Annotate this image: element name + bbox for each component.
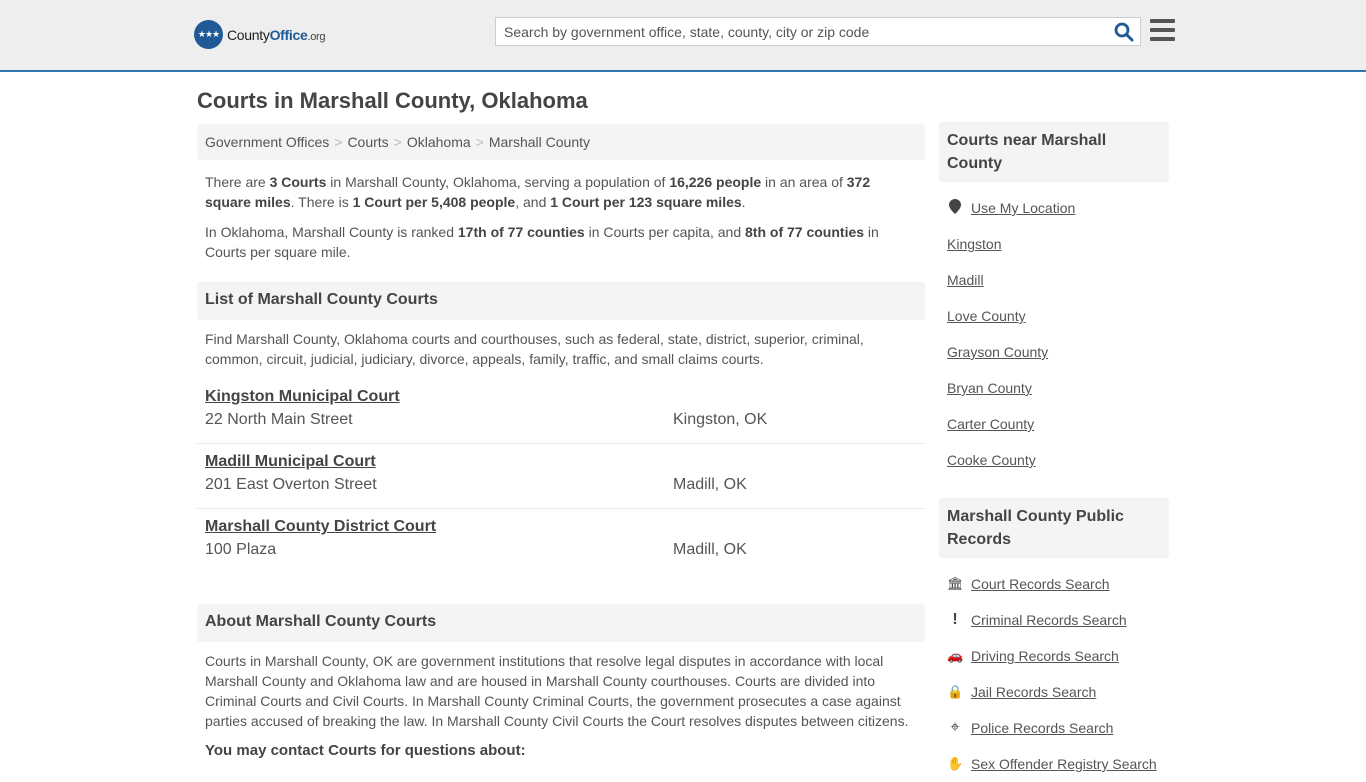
records-item: 🚗 Driving Records Search [947, 638, 1161, 674]
breadcrumb: Government Offices > Courts > Oklahoma > Marsh… [197, 124, 925, 160]
list-item: Madill Municipal Court 201 East Overton … [197, 444, 925, 509]
breadcrumb-oklahoma[interactable]: Oklahoma [407, 134, 471, 150]
nearby-item: Kingston [947, 226, 1161, 262]
records-item: ✋ Sex Offender Registry Search [947, 746, 1161, 782]
courthouse-icon: 🏛 [947, 576, 964, 591]
breadcrumb-marshall-county[interactable]: Marshall County [489, 134, 590, 150]
crosshairs-icon: ⌖ [950, 719, 960, 736]
hamburger-menu-icon[interactable] [1150, 19, 1175, 41]
stat-highlight: 17th of 77 counties [457, 224, 585, 240]
nearby-link-bryan-county[interactable]: Bryan County [947, 380, 1032, 396]
nearby-item: Carter County [947, 406, 1161, 442]
list-section-heading: List of Marshall County Courts [197, 282, 925, 320]
public-records-list: 🏛 Court Records Search ! Criminal Records … [939, 566, 1169, 782]
summary-text: in an area of [761, 174, 847, 190]
search-input[interactable] [496, 18, 1096, 45]
court-city: Madill, OK [673, 476, 747, 493]
nearby-item-use-my-location: Use My Location [947, 190, 1161, 226]
lock-icon: 🔒 [947, 684, 964, 699]
main-content: Government Offices > Courts > Oklahoma > Marsh… [197, 124, 925, 761]
list-item: Marshall County District Court 100 Plaza… [197, 509, 925, 574]
breadcrumb-separator: > [334, 134, 343, 150]
list-section-intro: Find Marshall County, Oklahoma courts an… [205, 331, 864, 367]
summary-text: . [741, 194, 746, 210]
nearby-item: Bryan County [947, 370, 1161, 406]
court-name-link[interactable]: Marshall County District Court [205, 518, 917, 536]
court-records-search-link[interactable]: Court Records Search [971, 576, 1110, 592]
site-logo[interactable]: ★★★ CountyOffice.org [194, 20, 326, 49]
exclamation-icon: ! [952, 611, 958, 628]
car-icon: 🚗 [947, 648, 964, 663]
nearby-item: Grayson County [947, 334, 1161, 370]
nearby-link-carter-county[interactable]: Carter County [947, 416, 1034, 432]
logo-text: CountyOffice.org [227, 26, 326, 43]
nearby-courts-heading: Courts near Marshall County [939, 122, 1169, 182]
court-name-link[interactable]: Madill Municipal Court [205, 453, 917, 471]
about-section-body: Courts in Marshall County, OK are govern… [205, 653, 909, 729]
court-city: Kingston, OK [673, 411, 768, 428]
nearby-link-grayson-county[interactable]: Grayson County [947, 344, 1048, 360]
nearby-item: Love County [947, 298, 1161, 334]
nearby-link-love-county[interactable]: Love County [947, 308, 1026, 324]
court-address: 22 North Main Street [205, 411, 353, 428]
stat-highlight: 8th of 77 counties [745, 224, 865, 240]
nearby-item: Madill [947, 262, 1161, 298]
summary-text: In Oklahoma, Marshall County is ranked [205, 224, 458, 240]
use-my-location-link[interactable]: Use My Location [971, 200, 1075, 216]
about-section-heading: About Marshall County Courts [197, 604, 925, 642]
breadcrumb-government-offices[interactable]: Government Offices [205, 134, 329, 150]
site-header: ★★★ CountyOffice.org [0, 0, 1366, 72]
breadcrumb-separator: > [475, 134, 484, 150]
records-item: ⌖ Police Records Search [947, 710, 1161, 746]
stat-highlight: 1 Court per 5,408 people [352, 194, 516, 210]
eagle-logo-icon: ★★★ [194, 20, 223, 49]
stat-highlight: 16,226 people [669, 174, 762, 190]
summary-text: in Courts per capita, and [584, 224, 746, 240]
search-box [495, 17, 1141, 46]
nearby-link-kingston[interactable]: Kingston [947, 236, 1001, 252]
summary-text: in Marshall County, Oklahoma, serving a … [326, 174, 670, 190]
sex-offender-registry-search-link[interactable]: Sex Offender Registry Search [971, 756, 1157, 772]
nearby-item: Cooke County [947, 442, 1161, 478]
court-name-link[interactable]: Kingston Municipal Court [205, 388, 917, 406]
stat-highlight: 1 Court per 123 square miles [550, 194, 742, 210]
records-item: ! Criminal Records Search [947, 602, 1161, 638]
breadcrumb-separator: > [393, 134, 402, 150]
court-address: 201 East Overton Street [205, 476, 377, 493]
page-title: Courts in Marshall County, Oklahoma [197, 88, 588, 113]
summary-text: . There is [290, 194, 353, 210]
summary-text: There are [205, 174, 270, 190]
sidebar: Courts near Marshall County Use My Locat… [939, 122, 1169, 782]
stat-highlight: 3 Courts [269, 174, 327, 190]
public-records-heading: Marshall County Public Records [939, 498, 1169, 558]
court-address: 100 Plaza [205, 541, 277, 558]
records-item: 🏛 Court Records Search [947, 566, 1161, 602]
driving-records-search-link[interactable]: Driving Records Search [971, 648, 1119, 664]
nearby-courts-list: Use My Location Kingston Madill Love Cou… [939, 190, 1169, 478]
contact-heading: You may contact Courts for questions abo… [205, 742, 526, 759]
nearby-link-madill[interactable]: Madill [947, 272, 984, 288]
courts-list: Kingston Municipal Court 22 North Main S… [197, 379, 925, 574]
court-city: Madill, OK [673, 541, 747, 558]
hand-icon: ✋ [947, 756, 964, 771]
breadcrumb-courts[interactable]: Courts [347, 134, 388, 150]
map-marker-icon [947, 199, 963, 217]
summary-paragraph-rankings: In Oklahoma, Marshall County is ranked 1… [197, 222, 925, 262]
search-icon[interactable] [1114, 22, 1134, 42]
records-item: 🔒 Jail Records Search [947, 674, 1161, 710]
list-item: Kingston Municipal Court 22 North Main S… [197, 379, 925, 444]
police-records-search-link[interactable]: Police Records Search [971, 720, 1113, 736]
jail-records-search-link[interactable]: Jail Records Search [971, 684, 1096, 700]
summary-text: , and [515, 194, 551, 210]
nearby-link-cooke-county[interactable]: Cooke County [947, 452, 1036, 468]
criminal-records-search-link[interactable]: Criminal Records Search [971, 612, 1127, 628]
summary-paragraph-stats: There are 3 Courts in Marshall County, O… [197, 172, 925, 212]
